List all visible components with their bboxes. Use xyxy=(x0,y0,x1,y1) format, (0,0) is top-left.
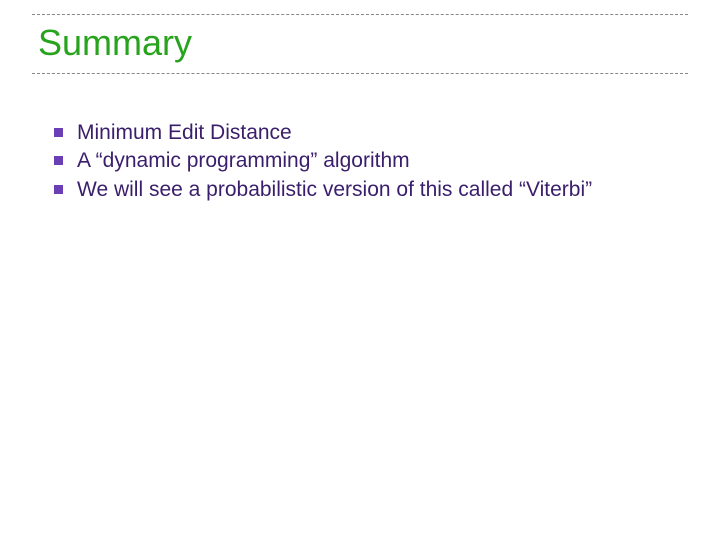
bullet-icon xyxy=(54,156,63,165)
bullet-text: We will see a probabilistic version of t… xyxy=(77,177,664,203)
bullet-icon xyxy=(54,128,63,137)
title-container: Summary xyxy=(32,14,688,74)
bullet-icon xyxy=(54,185,63,194)
bullet-text: Minimum Edit Distance xyxy=(77,120,664,146)
slide-body: Minimum Edit Distance A “dynamic program… xyxy=(54,118,664,205)
slide: Summary Minimum Edit Distance A “dynamic… xyxy=(0,0,720,540)
list-item: Minimum Edit Distance xyxy=(54,120,664,146)
list-item: A “dynamic programming” algorithm xyxy=(54,148,664,174)
list-item: We will see a probabilistic version of t… xyxy=(54,177,664,203)
bullet-text: A “dynamic programming” algorithm xyxy=(77,148,664,174)
slide-title: Summary xyxy=(38,23,682,63)
